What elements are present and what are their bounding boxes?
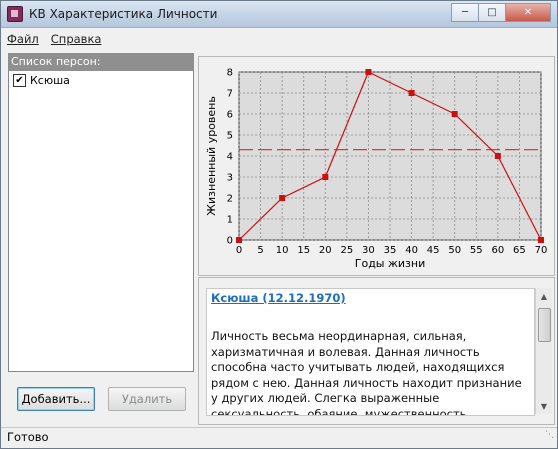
persons-list[interactable]: ✔ Ксюша <box>8 71 194 372</box>
y-tick-label: 7 <box>227 89 233 100</box>
status-bar: Готово ⋱ <box>1 427 557 447</box>
y-tick-label: 0 <box>227 236 233 247</box>
x-tick-label: 65 <box>513 245 526 256</box>
y-tick-label: 6 <box>227 110 233 121</box>
scroll-thumb[interactable] <box>538 308 551 342</box>
data-point <box>236 237 242 243</box>
checkbox-checked-icon[interactable]: ✔ <box>13 73 26 87</box>
y-tick-label: 1 <box>227 215 233 226</box>
y-tick-label: 8 <box>227 68 233 79</box>
y-tick-label: 4 <box>227 152 233 163</box>
menu-help[interactable]: Справка <box>51 32 102 46</box>
details-scrollbar[interactable]: ▲ ▼ <box>535 288 552 414</box>
x-tick-label: 5 <box>257 245 263 256</box>
add-person-button[interactable]: Добавить... <box>17 387 95 411</box>
resize-grip-icon[interactable]: ⋱ <box>545 426 554 444</box>
x-tick-label: 40 <box>405 245 418 256</box>
x-tick-label: 60 <box>491 245 504 256</box>
data-point <box>494 153 501 159</box>
data-point <box>365 69 372 75</box>
title-bar: КВ Характеристика Личности ─ □ ✕ <box>1 1 557 28</box>
main-window: КВ Характеристика Личности ─ □ ✕ Файл Сп… <box>0 0 558 449</box>
scroll-down-icon[interactable]: ▼ <box>536 398 552 414</box>
x-tick-label: 25 <box>340 245 353 256</box>
life-chart-panel: 0 5 10 15 20 25 30 35 40 45 50 55 60 65 70 0 1 2 3 4 5 6 7 8 Год… <box>198 56 555 276</box>
x-tick-label: 15 <box>297 245 310 256</box>
data-point <box>538 237 544 243</box>
data-point <box>322 174 329 180</box>
minimize-icon[interactable]: ─ <box>451 3 478 22</box>
x-tick-label: 30 <box>362 245 375 256</box>
person-title-link[interactable]: Ксюша (12.12.1970) <box>211 291 346 305</box>
persons-list-header: Список персон: <box>8 53 194 71</box>
data-point <box>408 90 415 96</box>
data-point <box>279 195 286 201</box>
maximize-icon[interactable]: □ <box>478 3 505 22</box>
x-tick-label: 55 <box>470 245 483 256</box>
window-title: КВ Характеристика Личности <box>29 7 218 21</box>
x-tick-label: 20 <box>319 245 332 256</box>
delete-person-button[interactable]: Удалить <box>108 387 186 411</box>
details-text-area[interactable]: Ксюша (12.12.1970) Личность весьма неорд… <box>206 288 535 416</box>
close-icon[interactable]: ✕ <box>505 3 551 22</box>
persons-panel: Список персон: ✔ Ксюша Добавить... Удали… <box>8 53 194 423</box>
y-tick-label: 2 <box>227 194 233 205</box>
menu-file[interactable]: Файл <box>7 32 39 46</box>
x-tick-label: 45 <box>427 245 440 256</box>
x-tick-label: 0 <box>236 245 242 256</box>
y-tick-label: 3 <box>227 173 233 184</box>
scroll-up-icon[interactable]: ▲ <box>536 288 552 304</box>
list-item-label: Ксюша <box>30 73 70 87</box>
y-tick-label: 5 <box>227 131 233 142</box>
x-tick-label: 50 <box>448 245 461 256</box>
menu-bar: Файл Справка <box>1 28 557 50</box>
x-tick-label: 35 <box>384 245 397 256</box>
x-axis-label: Годы жизни <box>355 257 425 270</box>
person-description: Личность весьма неординарная, сильная, х… <box>211 329 522 416</box>
status-text: Готово <box>7 430 49 444</box>
details-panel: Ксюша (12.12.1970) Личность весьма неорд… <box>198 277 555 425</box>
life-chart: 0 5 10 15 20 25 30 35 40 45 50 55 60 65 70012345678Год… <box>205 68 548 271</box>
app-icon <box>7 6 23 22</box>
y-axis-label: Жизненный уровень <box>205 96 218 216</box>
x-tick-label: 10 <box>276 245 289 256</box>
list-item[interactable]: ✔ Ксюша <box>9 71 193 89</box>
window-controls: ─ □ ✕ <box>451 3 551 22</box>
x-tick-label: 70 <box>535 245 548 256</box>
data-point <box>451 111 458 117</box>
